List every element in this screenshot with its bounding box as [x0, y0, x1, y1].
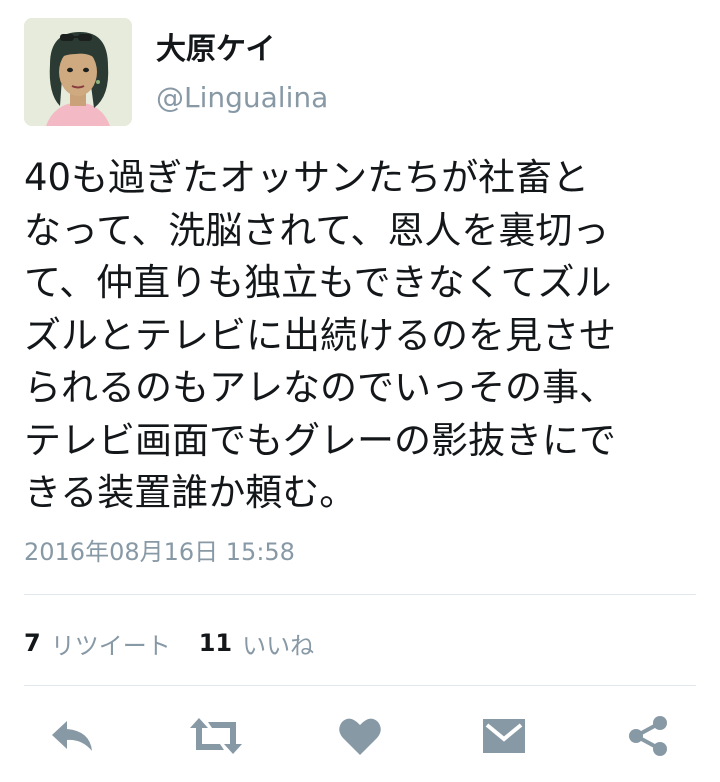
retweet-count[interactable]: 7	[24, 629, 41, 657]
message-icon	[483, 719, 525, 753]
tweet-timestamp: 2016年08月16日 15:58	[24, 538, 295, 566]
like-count[interactable]: 11	[199, 629, 232, 657]
reply-icon	[52, 721, 92, 751]
tweet-text-line: 40も過ぎたオッサンたちが社畜と	[24, 156, 590, 199]
tweet-text-line: られるのもアレなのでいっその事、	[24, 366, 616, 409]
action-bar	[0, 708, 720, 764]
share-button[interactable]	[620, 708, 676, 764]
tweet-text-line: ズルとテレビに出続けるのを見させ	[24, 313, 616, 357]
divider	[24, 685, 696, 686]
like-label[interactable]: いいね	[242, 626, 314, 661]
tweet-text-line: きる装置誰か頼む。	[24, 471, 357, 514]
tweet-detail: 大原ケイ @Lingualina 40も過ぎたオッサンたちが社畜と なって、洗脳…	[0, 0, 720, 782]
tweet-text: 40も過ぎたオッサンたちが社畜と なって、洗脳されて、恩人を裏切っ て、仲直りも…	[24, 152, 696, 520]
user-handle[interactable]: @Lingualina	[156, 80, 328, 116]
tweet-text-line: テレビ画面でもグレーの影抜きにで	[24, 418, 616, 462]
retweet-button[interactable]	[188, 708, 244, 764]
avatar[interactable]	[24, 18, 132, 126]
retweet-label[interactable]: リツイート	[51, 626, 171, 661]
avatar-illustration	[24, 18, 132, 126]
share-icon	[629, 716, 667, 756]
display-name[interactable]: 大原ケイ	[156, 30, 275, 70]
like-icon	[339, 718, 381, 755]
divider	[24, 594, 696, 595]
like-button[interactable]	[332, 708, 388, 764]
reply-button[interactable]	[44, 708, 100, 764]
retweet-icon	[190, 718, 242, 754]
direct-message-button[interactable]	[476, 708, 532, 764]
engagement-stats: 7 リツイート 11 いいね	[24, 625, 342, 661]
tweet-text-line: なって、洗脳されて、恩人を裏切っ	[24, 208, 610, 252]
tweet-text-line: て、仲直りも独立もできなくてズル	[24, 261, 612, 304]
